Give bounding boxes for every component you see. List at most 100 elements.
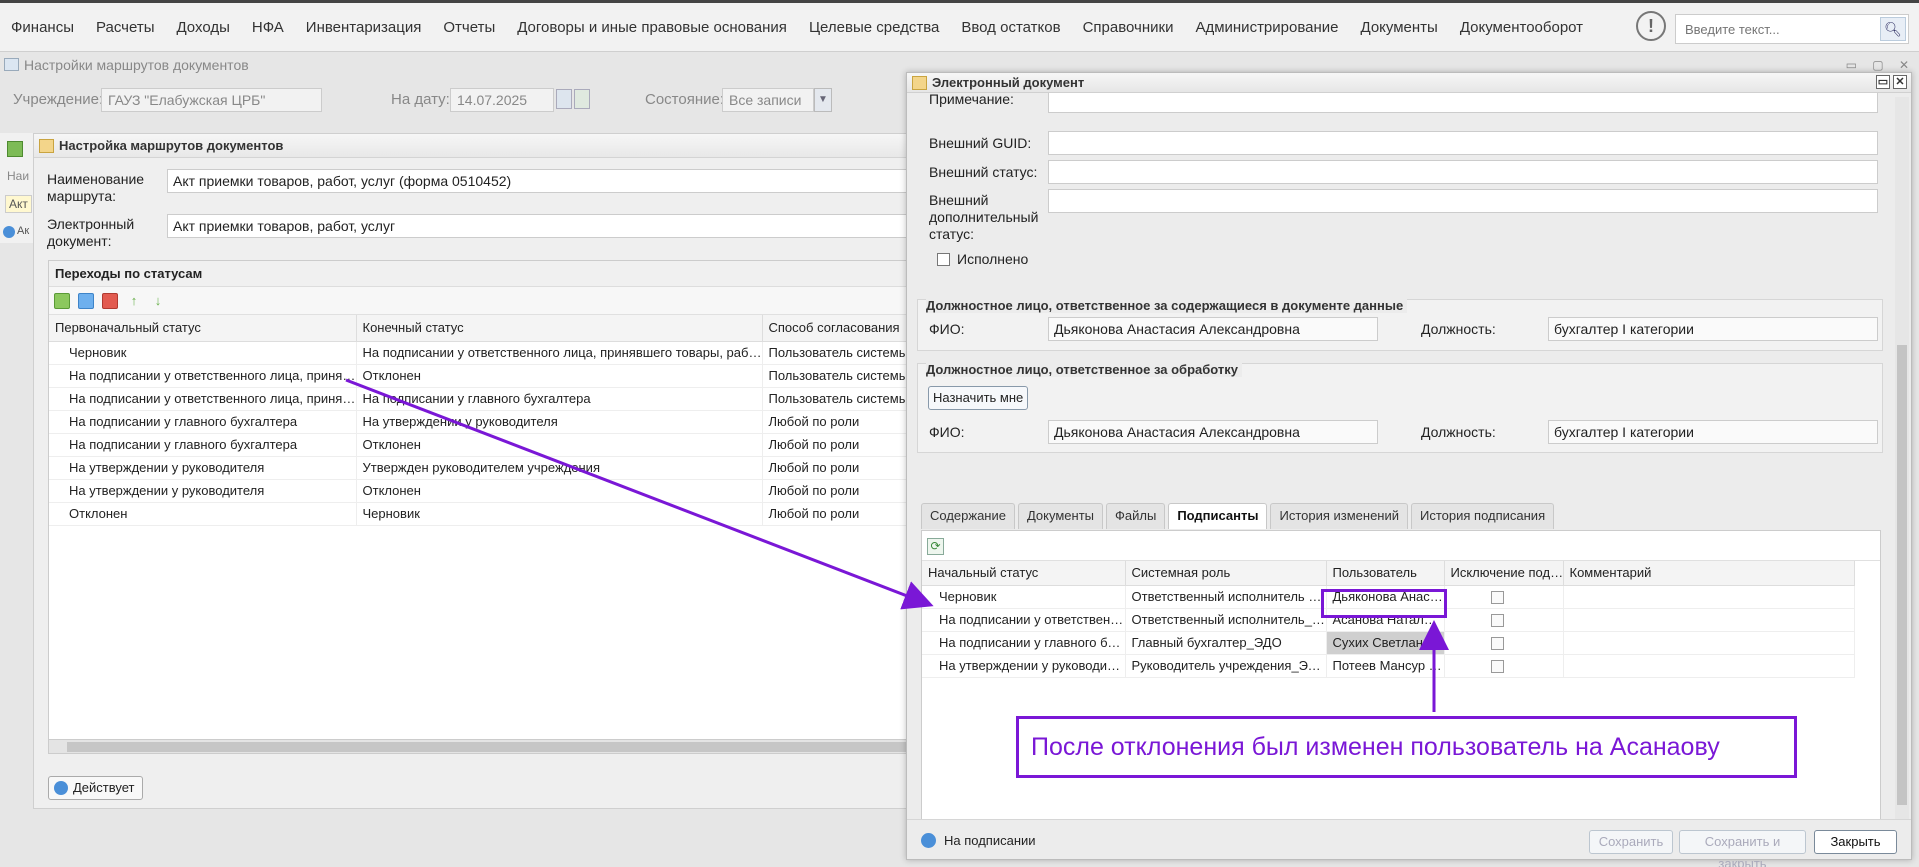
close-button[interactable]: Закрыть	[1814, 830, 1897, 854]
tab-content[interactable]: Содержание	[921, 503, 1015, 529]
col-system-role[interactable]: Системная роль	[1125, 561, 1327, 586]
move-up-icon[interactable]: ↑	[126, 293, 142, 309]
edoc-field[interactable]: Акт приемки товаров, работ, услуг	[167, 214, 907, 238]
col-exclusion[interactable]: Исключение под…	[1444, 561, 1564, 586]
menu-item-doc-flow[interactable]: Документооборот	[1449, 19, 1594, 36]
horizontal-scrollbar[interactable]	[49, 739, 917, 753]
cell-exclusion	[1444, 654, 1564, 678]
cell-comment[interactable]	[1563, 654, 1855, 678]
move-down-icon[interactable]: ↓	[150, 293, 166, 309]
state-select[interactable]: Все записи	[722, 88, 814, 112]
menu-item-administration[interactable]: Администрирование	[1184, 19, 1349, 36]
institution-field[interactable]: ГАУЗ "Елабужская ЦРБ"	[101, 88, 322, 112]
assign-me-button[interactable]: Назначить мне	[928, 386, 1029, 410]
vertical-scrollbar[interactable]	[1895, 97, 1909, 830]
tab-signing-history[interactable]: История подписания	[1411, 503, 1555, 529]
table-row[interactable]: На утверждении у руководителя Отклонен Люб…	[49, 479, 918, 503]
col-start-status[interactable]: Начальный статус	[922, 561, 1126, 586]
ext-status-label: Внешний статус:	[929, 164, 1038, 180]
cell-role: Руководитель учреждения_ЭДО	[1125, 654, 1327, 678]
cell-user[interactable]: Потеев Мансур …	[1326, 654, 1445, 678]
menu-item-balances[interactable]: Ввод остатков	[950, 19, 1071, 36]
refresh-date-icon[interactable]	[574, 89, 590, 109]
exclusion-checkbox[interactable]	[1490, 637, 1504, 651]
dialog-controls: ▭ ✕	[1876, 75, 1907, 89]
save-close-button[interactable]: Сохранить и закрыть	[1679, 830, 1806, 867]
menu-item-finance[interactable]: Финансы	[0, 19, 85, 36]
table-row[interactable]: На утверждении у руководителя Утвержден р…	[49, 456, 918, 480]
position-field[interactable]: бухгалтер I категории	[1548, 420, 1878, 444]
ext-guid-field[interactable]	[1048, 131, 1878, 155]
window-controls[interactable]: ▭ ▢ ✕	[1846, 58, 1915, 72]
note-field[interactable]	[1048, 93, 1878, 113]
cell-comment[interactable]	[1563, 608, 1855, 632]
transitions-toolbar: ↑ ↓	[49, 287, 917, 315]
col-final-status[interactable]: Конечный статус	[356, 315, 763, 342]
menu-item-reports[interactable]: Отчеты	[432, 19, 506, 36]
calendar-icon[interactable]	[556, 89, 572, 109]
scrollbar-thumb[interactable]	[1897, 345, 1907, 805]
tab-documents[interactable]: Документы	[1017, 503, 1103, 529]
cell-comment[interactable]	[1563, 631, 1855, 655]
ext-add-status-field[interactable]	[1048, 189, 1878, 213]
add-row-icon[interactable]	[54, 293, 70, 309]
menu-item-payments[interactable]: Расчеты	[85, 19, 166, 36]
copy-icon[interactable]	[78, 293, 94, 309]
menu-item-income[interactable]: Доходы	[165, 19, 240, 36]
table-row[interactable]: На подписании у ответственного лица, при…	[49, 387, 918, 411]
col-approval-method[interactable]: Способ согласования	[762, 315, 918, 342]
table-row[interactable]: На подписании у главного бухгалтера На ут…	[49, 410, 918, 434]
cell-comment[interactable]	[1563, 585, 1855, 609]
route-name-field[interactable]: Акт приемки товаров, работ, услуг (форма…	[167, 169, 907, 193]
search-input[interactable]	[1676, 15, 1876, 43]
table-row[interactable]: На подписании у ответственного лица, при…	[49, 364, 918, 388]
table-row[interactable]: На подписании у главного бу… Главный бухг…	[922, 631, 1855, 655]
menu-item-directories[interactable]: Справочники	[1072, 19, 1185, 36]
table-row[interactable]: На утверждении у руководит… Руководитель …	[922, 654, 1855, 678]
col-comment[interactable]: Комментарий	[1563, 561, 1855, 586]
maximize-icon[interactable]: ▭	[1876, 75, 1890, 89]
fio-field[interactable]: Дьяконова Анастасия Александровна	[1048, 317, 1378, 341]
user-highlight-box	[1321, 589, 1447, 618]
exclusion-checkbox[interactable]	[1490, 660, 1504, 674]
ext-status-field[interactable]	[1048, 160, 1878, 184]
status-active-button[interactable]: Действует	[48, 776, 144, 800]
search-icon[interactable]: 🔍︎	[1880, 17, 1906, 41]
route-dialog-title: Настройка маршрутов документов	[34, 134, 906, 158]
table-row[interactable]: На подписании у главного бухгалтера Откло…	[49, 433, 918, 457]
chevron-down-icon[interactable]: ▼	[814, 88, 832, 112]
menu-item-nfa[interactable]: НФА	[241, 19, 295, 36]
menu-item-target-funds[interactable]: Целевые средства	[798, 19, 950, 36]
signers-table: Начальный статус Системная роль Пользова…	[922, 561, 1855, 678]
add-icon[interactable]	[7, 141, 23, 157]
delete-icon[interactable]	[102, 293, 118, 309]
cell-user[interactable]: Сухих Светлана	[1326, 631, 1445, 655]
cell-final: Отклонен	[356, 433, 763, 457]
background-row[interactable]: Акт	[5, 195, 32, 213]
col-user[interactable]: Пользователь	[1326, 561, 1445, 586]
table-row[interactable]: Отклонен Черновик Любой по роли	[49, 502, 918, 526]
menu-item-contracts[interactable]: Договоры и иные правовые основания	[506, 19, 798, 36]
table-row[interactable]: Черновик На подписании у ответственного л…	[49, 341, 918, 365]
cell-initial: На подписании у ответственного лица, при…	[49, 364, 357, 388]
save-button[interactable]: Сохранить	[1589, 830, 1673, 854]
col-initial-status[interactable]: Первоначальный статус	[49, 315, 357, 342]
exclusion-checkbox[interactable]	[1490, 614, 1504, 628]
position-field[interactable]: бухгалтер I категории	[1548, 317, 1878, 341]
edoc-label: Электронный документ:	[47, 216, 135, 249]
tab-signers[interactable]: Подписанты	[1168, 503, 1268, 529]
tab-files[interactable]: Файлы	[1106, 503, 1166, 529]
cell-initial: На подписании у главного бухгалтера	[49, 433, 357, 457]
menu-item-inventory[interactable]: Инвентаризация	[295, 19, 433, 36]
scrollbar-thumb[interactable]	[67, 742, 907, 752]
done-checkbox[interactable]	[937, 253, 950, 266]
close-icon[interactable]: ✕	[1893, 75, 1907, 89]
menu-item-documents[interactable]: Документы	[1350, 19, 1449, 36]
date-field[interactable]: 14.07.2025	[450, 88, 554, 112]
exclusion-checkbox[interactable]	[1490, 591, 1504, 605]
info-icon[interactable]: !	[1636, 11, 1666, 41]
cell-initial: На подписании у главного бухгалтера	[49, 410, 357, 434]
fio-field[interactable]: Дьяконова Анастасия Александровна	[1048, 420, 1378, 444]
refresh-icon[interactable]: ⟳	[927, 538, 944, 555]
tab-change-history[interactable]: История изменений	[1270, 503, 1408, 529]
